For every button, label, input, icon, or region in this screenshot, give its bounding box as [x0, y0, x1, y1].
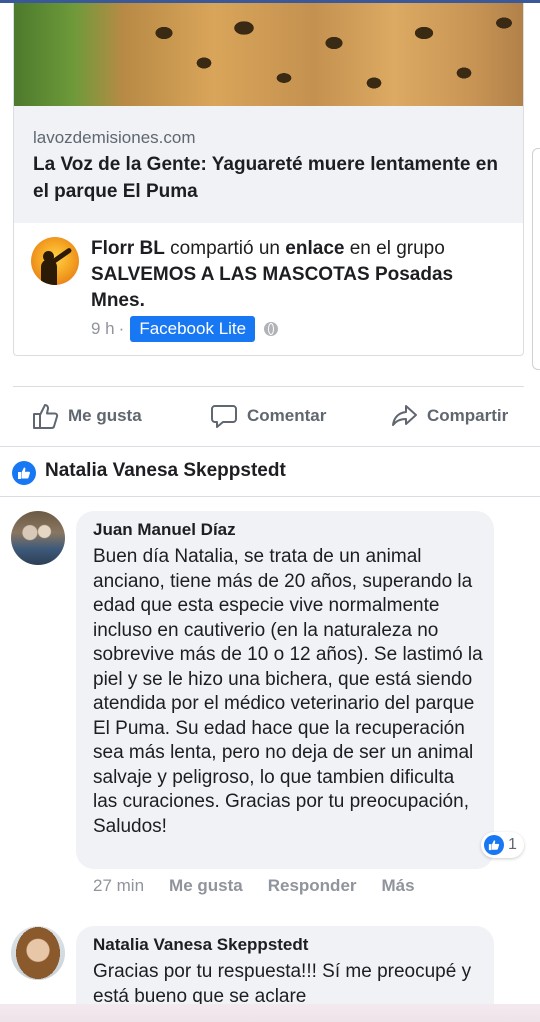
facebook-lite-badge[interactable]: Facebook Lite: [130, 316, 256, 342]
link-preview-image[interactable]: [14, 3, 523, 106]
adjacent-card-edge: [532, 148, 540, 370]
share-verb: compartió un: [164, 238, 286, 259]
share-label: Compartir: [427, 406, 509, 425]
link-domain: lavozdemisiones.com: [33, 128, 196, 147]
share-button[interactable]: Compartir: [389, 388, 508, 444]
comment-label: Comentar: [247, 406, 327, 425]
link-title[interactable]: La Voz de la Gente: Yaguareté muere lent…: [33, 151, 508, 205]
share-object[interactable]: enlace: [285, 238, 344, 259]
avatar[interactable]: [11, 511, 65, 565]
like-label: Me gusta: [68, 406, 142, 425]
comment-author[interactable]: Juan Manuel Díaz: [93, 520, 236, 540]
sharer-avatar[interactable]: [31, 237, 79, 285]
liker-name[interactable]: Natalia Vanesa Skeppstedt: [45, 460, 286, 482]
comment-button[interactable]: Comentar: [209, 388, 326, 444]
post-action-bar: Me gusta Comentar Compartir: [0, 388, 540, 444]
comment-text: Buen día Natalia, se trata de un animal …: [93, 546, 483, 837]
like-reaction-icon: [484, 835, 504, 855]
thumbs-up-icon: [33, 404, 59, 429]
comment-reaction-count[interactable]: 1: [481, 832, 524, 858]
share-attribution: Florr BL compartió un enlace en el grupo…: [91, 236, 511, 314]
divider: [0, 496, 540, 497]
comment-reply-button[interactable]: Responder: [268, 876, 357, 896]
avatar[interactable]: [11, 926, 65, 980]
shared-link-card[interactable]: lavozdemisiones.com La Voz de la Gente: …: [13, 3, 524, 356]
like-reaction-icon: [12, 461, 36, 485]
comment-bubble-icon: [211, 405, 237, 428]
group-name-link[interactable]: SALVEMOS A LAS MASCOTAS Posadas Mnes.: [91, 264, 453, 311]
share-meta: 9 h · Facebook Lite: [91, 315, 279, 343]
comment-text: Gracias por tu respuesta!!! Sí me preocu…: [93, 961, 472, 1007]
share-connector: en el grupo: [344, 238, 445, 259]
sharer-name[interactable]: Florr BL: [91, 238, 165, 259]
comment-like-button[interactable]: Me gusta: [169, 876, 243, 896]
comment-more-button[interactable]: Más: [382, 876, 415, 896]
reactions-summary[interactable]: Natalia Vanesa Skeppstedt: [0, 450, 540, 494]
globe-icon: [264, 322, 279, 336]
divider: [0, 446, 540, 447]
link-preview-meta[interactable]: lavozdemisiones.com La Voz de la Gente: …: [14, 106, 523, 223]
reaction-count: 1: [508, 836, 517, 853]
share-time[interactable]: 9 h: [91, 319, 115, 339]
comment-actions: 27 min Me gusta Responder Más: [93, 874, 440, 898]
comment-bubble[interactable]: Juan Manuel Díaz Buen día Natalia, se tr…: [76, 511, 494, 869]
meta-separator: ·: [118, 319, 125, 338]
comment-time[interactable]: 27 min: [93, 876, 144, 896]
comment-author[interactable]: Natalia Vanesa Skeppstedt: [93, 935, 308, 955]
bottom-overlay-strip: [0, 1004, 540, 1022]
like-button[interactable]: Me gusta: [30, 388, 142, 444]
share-arrow-icon: [392, 405, 417, 426]
divider: [13, 386, 524, 387]
